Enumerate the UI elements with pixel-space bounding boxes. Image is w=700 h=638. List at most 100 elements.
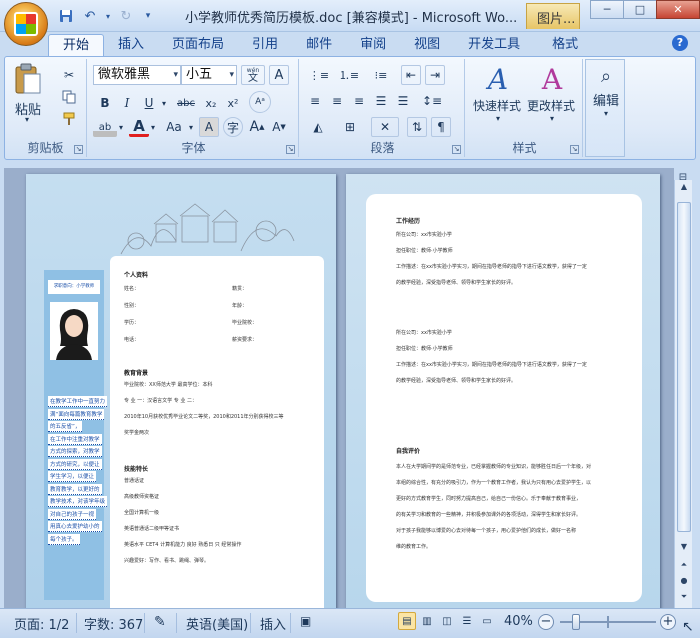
sidebar-note-line: 教学技术，对该学年级 [48, 496, 108, 507]
macro-record-icon[interactable]: ▣ [300, 614, 311, 628]
show-marks-icon[interactable]: ¶ [431, 117, 451, 137]
zoom-level[interactable]: 40% [504, 614, 533, 629]
select-browse-object-icon[interactable]: ● [677, 576, 691, 590]
change-case-dropdown-icon[interactable]: ▾ [187, 117, 195, 137]
sidebar-note-line: 方式的探索，对教学 [48, 446, 102, 457]
format-painter-icon[interactable] [59, 109, 79, 129]
cut-icon[interactable]: ✂ [59, 65, 79, 85]
web-layout-icon[interactable]: ◫ [438, 612, 456, 630]
word-count[interactable]: 字数: 367 [84, 614, 143, 633]
shading-icon[interactable]: ◭ [305, 117, 331, 137]
align-center-icon[interactable]: ≡ [327, 91, 347, 111]
undo-dropdown-icon[interactable]: ▾ [104, 6, 112, 26]
scroll-down-icon[interactable]: ▼ [677, 542, 691, 556]
vertical-scrollbar[interactable]: ▲ ▼ ⏶ ● ⏷ [674, 180, 692, 610]
zoom-slider-thumb[interactable] [572, 614, 580, 630]
font-color-icon[interactable]: A [129, 117, 149, 137]
bold-icon[interactable]: B [95, 93, 115, 113]
align-left-icon[interactable]: ≡ [305, 91, 325, 111]
tab-review[interactable]: 审阅 [346, 34, 400, 56]
underline-icon[interactable]: U [139, 93, 159, 113]
styles-label: 样式 [512, 141, 537, 155]
bullets-icon[interactable]: ⋮≡ [305, 65, 333, 85]
office-button[interactable] [4, 2, 48, 46]
scroll-up-icon[interactable]: ▲ [677, 182, 691, 196]
multilevel-list-icon[interactable]: ⁝≡ [367, 65, 395, 85]
paste-button[interactable]: 粘贴 ▾ [13, 63, 49, 124]
personal-field: 籍贯： [232, 286, 248, 292]
italic-icon[interactable]: I [117, 93, 137, 113]
proofing-icon[interactable]: ✎ [154, 614, 166, 630]
tab-developer[interactable]: 开发工具 [454, 34, 534, 56]
outline-icon[interactable]: ☰ [458, 612, 476, 630]
undo-icon[interactable]: ↶ [80, 6, 100, 26]
justify-icon[interactable]: ☰ [371, 91, 391, 111]
save-icon[interactable] [56, 6, 76, 26]
sort-icon[interactable]: ⇅ [407, 117, 427, 137]
decrease-indent-icon[interactable]: ⇤ [401, 65, 421, 85]
clear-formatting-icon[interactable]: Aᵃ [249, 91, 271, 113]
quick-styles-button[interactable]: A 快速样式 ▾ [473, 63, 523, 133]
tab-mailings[interactable]: 邮件 [292, 34, 346, 56]
grow-font-icon[interactable]: A ▲ [247, 117, 267, 137]
highlight-dropdown-icon[interactable]: ▾ [117, 117, 125, 137]
full-screen-reading-icon[interactable]: ▥ [418, 612, 436, 630]
character-border-icon[interactable]: A [269, 65, 289, 85]
previous-page-icon[interactable]: ⏶ [677, 560, 691, 574]
minimize-button[interactable]: ─ [590, 0, 624, 19]
styles-launcher-icon[interactable]: ↘ [570, 145, 579, 154]
draft-icon[interactable]: ▭ [478, 612, 496, 630]
help-icon[interactable]: ? [672, 35, 688, 51]
font-name-dropdown-icon[interactable]: ▾ [173, 66, 178, 84]
language-indicator[interactable]: 英语(美国) [186, 614, 248, 633]
paragraph-launcher-icon[interactable]: ↘ [452, 145, 461, 154]
font-size-combo[interactable]: 小五 ▾ [181, 65, 237, 85]
insert-mode[interactable]: 插入 [260, 614, 286, 633]
tab-view[interactable]: 视图 [400, 34, 454, 56]
zoom-in-icon[interactable]: + [660, 614, 676, 630]
redo-icon[interactable]: ↻ [116, 6, 136, 26]
clipboard-launcher-icon[interactable]: ↘ [74, 145, 83, 154]
superscript-icon[interactable]: x² [223, 93, 243, 113]
page-counter[interactable]: 页面: 1/2 [14, 614, 69, 633]
print-layout-icon[interactable]: ▤ [398, 612, 416, 630]
maximize-button[interactable]: □ [623, 0, 657, 19]
tab-format[interactable]: 格式 [534, 34, 596, 56]
font-label: 字体 [181, 141, 206, 155]
font-color-dropdown-icon[interactable]: ▾ [149, 117, 157, 137]
font-group: 微软雅黑 ▾ 小五 ▾ wén 文 A B I U ▾ abc x₂ x² Aᵃ ab… [89, 59, 299, 157]
font-size-dropdown-icon[interactable]: ▾ [229, 66, 234, 84]
distributed-icon[interactable]: ☰ [393, 91, 413, 111]
font-name-combo[interactable]: 微软雅黑 ▾ [93, 65, 181, 85]
tab-references[interactable]: 引用 [238, 34, 292, 56]
close-button[interactable]: ✕ [656, 0, 700, 19]
scroll-thumb[interactable] [677, 202, 691, 532]
chinese-layout-icon[interactable]: ✕ [371, 117, 399, 137]
copy-icon[interactable] [59, 87, 79, 107]
edit-button[interactable]: ⌕ 编辑 ▾ [590, 64, 622, 154]
subscript-icon[interactable]: x₂ [201, 93, 221, 113]
phonetic-guide-button[interactable]: wén 文 [241, 65, 265, 85]
character-shading-icon[interactable]: A [199, 117, 219, 137]
align-right-icon[interactable]: ≡ [349, 91, 369, 111]
tab-home[interactable]: 开始 [48, 34, 105, 56]
strikethrough-icon[interactable]: abc [173, 93, 199, 113]
highlight-icon[interactable]: ab [93, 117, 117, 137]
shrink-font-icon[interactable]: A ▼ [269, 117, 289, 137]
next-page-icon[interactable]: ⏷ [677, 592, 691, 606]
line-spacing-icon[interactable]: ↕≡ [419, 91, 445, 111]
customize-qat-icon[interactable]: ▾ [140, 6, 156, 26]
change-case-icon[interactable]: Aa [161, 117, 187, 137]
tab-insert[interactable]: 插入 [104, 34, 158, 56]
tab-page-layout[interactable]: 页面布局 [158, 34, 238, 56]
font-launcher-icon[interactable]: ↘ [286, 145, 295, 154]
enclose-characters-icon[interactable]: 字 [223, 117, 243, 137]
increase-indent-icon[interactable]: ⇥ [425, 65, 445, 85]
borders-icon[interactable]: ⊞ [337, 117, 363, 137]
change-styles-button[interactable]: A 更改样式 ▾ [525, 63, 579, 133]
numbering-icon[interactable]: ⒈≡ [335, 65, 363, 85]
underline-dropdown-icon[interactable]: ▾ [159, 93, 169, 113]
zoom-out-icon[interactable]: − [538, 614, 554, 630]
work-line: 担任职位：教师·小学教师 [396, 346, 453, 352]
section-work: 工作经历 [396, 218, 421, 225]
